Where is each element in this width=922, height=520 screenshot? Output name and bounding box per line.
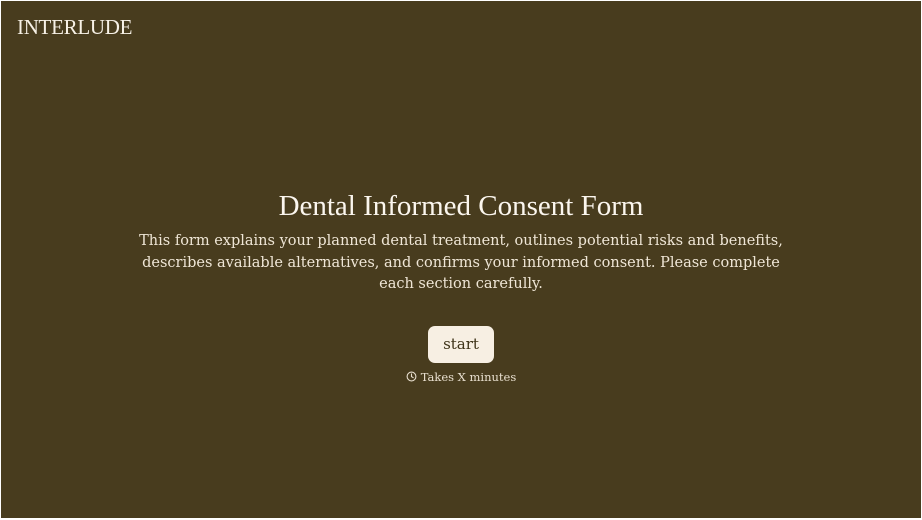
duration-text: Takes X minutes [420, 369, 517, 384]
brand-logo: INTERLUDE [17, 15, 133, 39]
page-title: Dental Informed Consent Form [278, 190, 644, 222]
intro-section: Dental Informed Consent Form This form e… [1, 187, 921, 384]
page-container: INTERLUDE Dental Informed Consent Form T… [1, 1, 921, 518]
duration-info: Takes X minutes [1, 370, 921, 384]
clock-icon [406, 371, 417, 382]
start-button[interactable]: start [428, 325, 494, 363]
form-description: This form explains your planned dental t… [139, 233, 783, 292]
